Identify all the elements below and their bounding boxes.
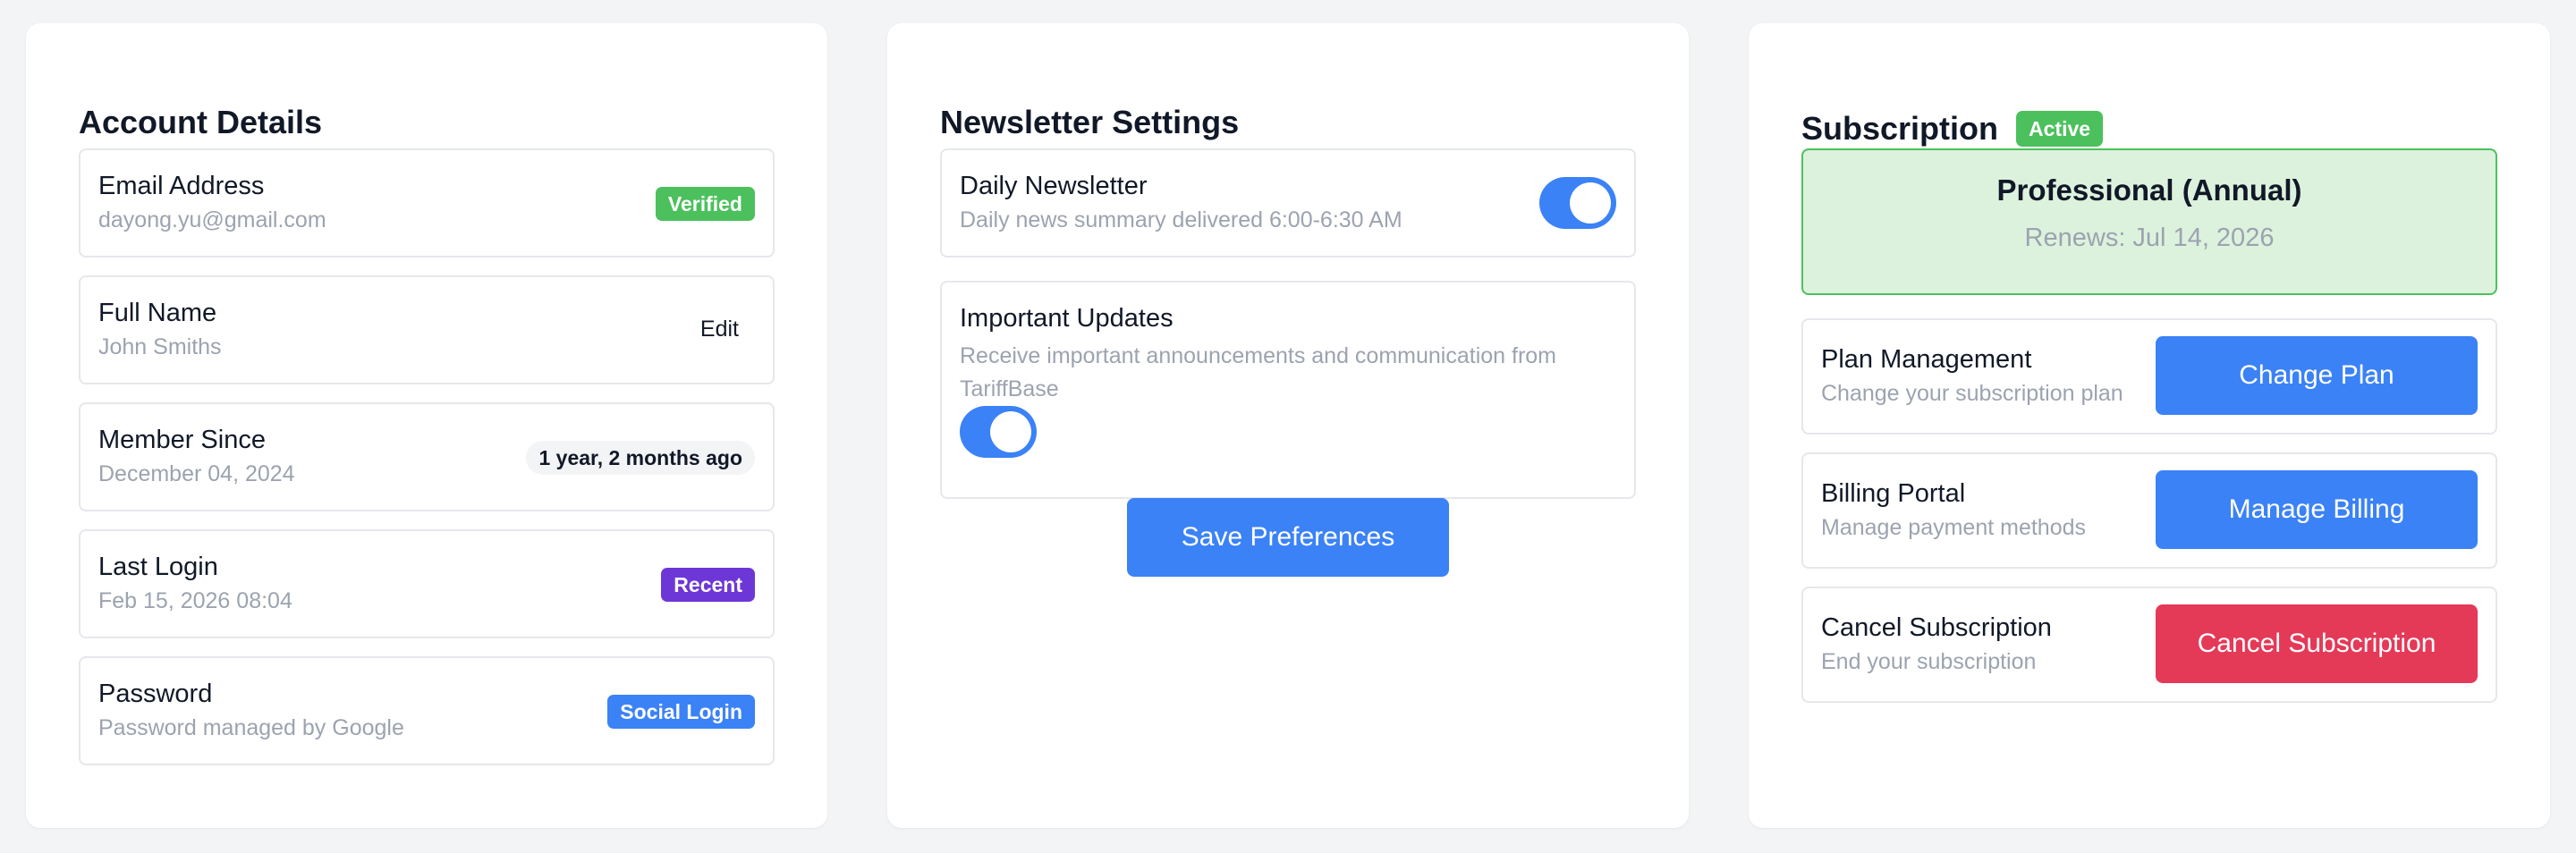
billing-portal-description: Manage payment methods: [1821, 515, 2087, 540]
email-label: Email Address: [98, 172, 265, 200]
newsletter-settings-title: Newsletter Settings: [940, 104, 1240, 140]
save-preferences-button[interactable]: Save Preferences: [1127, 498, 1449, 577]
verified-badge: Verified: [655, 187, 755, 221]
plan-name: Professional (Annual): [1996, 173, 2302, 207]
cancel-subscription-button[interactable]: Cancel Subscription: [2156, 604, 2478, 683]
plan-management-row: Plan Management Change your subscription…: [1801, 318, 2497, 435]
member-since-row: Member Since December 04, 2024 1 year, 2…: [79, 402, 775, 511]
email-row: Email Address dayong.yu@gmail.com Verifi…: [79, 148, 775, 258]
change-plan-button[interactable]: Change Plan: [2156, 336, 2478, 415]
active-status-badge: Active: [2016, 111, 2104, 147]
cancel-subscription-label: Cancel Subscription: [1821, 613, 2052, 642]
plan-management-description: Change your subscription plan: [1821, 381, 2123, 406]
toggle-knob: [990, 411, 1031, 452]
email-value: dayong.yu@gmail.com: [98, 207, 326, 232]
important-updates-description: Receive important announcements and comm…: [960, 343, 1557, 401]
social-login-badge: Social Login: [607, 695, 755, 729]
member-since-value: December 04, 2024: [98, 461, 295, 486]
full-name-value: John Smiths: [98, 334, 222, 359]
password-row: Password Password managed by Google Soci…: [79, 656, 775, 765]
account-details-card: Account Details Email Address dayong.yu@…: [26, 23, 827, 828]
subscription-title: Subscription: [1801, 110, 1999, 147]
newsletter-settings-card: Newsletter Settings Daily Newsletter Dai…: [887, 23, 1689, 828]
full-name-row: Full Name John Smiths Edit: [79, 275, 775, 384]
daily-newsletter-row: Daily Newsletter Daily news summary deli…: [940, 148, 1636, 258]
full-name-label: Full Name: [98, 299, 217, 327]
manage-billing-button[interactable]: Manage Billing: [2156, 470, 2478, 549]
toggle-knob: [1570, 182, 1611, 224]
cancel-subscription-row: Cancel Subscription End your subscriptio…: [1801, 587, 2497, 703]
password-value: Password managed by Google: [98, 715, 404, 740]
important-updates-label: Important Updates: [960, 304, 1174, 333]
plan-renewal-date: Renews: Jul 14, 2026: [2024, 224, 2275, 252]
daily-newsletter-toggle[interactable]: [1539, 177, 1616, 229]
billing-portal-row: Billing Portal Manage payment methods Ma…: [1801, 452, 2497, 569]
last-login-label: Last Login: [98, 553, 218, 581]
member-duration-badge: 1 year, 2 months ago: [526, 441, 755, 475]
last-login-row: Last Login Feb 15, 2026 08:04 Recent: [79, 529, 775, 638]
important-updates-toggle[interactable]: [960, 406, 1037, 458]
recent-badge: Recent: [661, 568, 755, 602]
member-since-label: Member Since: [98, 426, 266, 454]
important-updates-row: Important Updates Receive important anno…: [940, 281, 1636, 499]
account-details-title: Account Details: [79, 104, 323, 140]
last-login-value: Feb 15, 2026 08:04: [98, 588, 292, 613]
daily-newsletter-label: Daily Newsletter: [960, 172, 1148, 200]
plan-management-label: Plan Management: [1821, 345, 2032, 374]
daily-newsletter-description: Daily news summary delivered 6:00-6:30 A…: [960, 207, 1402, 232]
subscription-card: Subscription Active Professional (Annual…: [1749, 23, 2550, 828]
current-plan-box: Professional (Annual) Renews: Jul 14, 20…: [1801, 148, 2497, 295]
edit-name-button[interactable]: Edit: [700, 317, 739, 342]
password-label: Password: [98, 680, 213, 708]
billing-portal-label: Billing Portal: [1821, 479, 1966, 508]
cancel-subscription-description: End your subscription: [1821, 649, 2037, 674]
